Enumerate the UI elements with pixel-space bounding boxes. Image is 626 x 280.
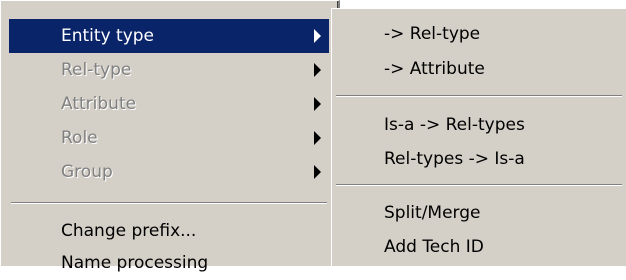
menu-item-name-processing[interactable]: Name processing	[9, 246, 329, 280]
menu-item-label: Entity type	[61, 26, 155, 46]
menu-item-rel-type[interactable]: Rel-type	[9, 53, 329, 87]
menu-separator	[336, 184, 622, 186]
menu-item-label: Split/Merge	[384, 203, 481, 223]
menu-item-label: Role	[61, 128, 98, 148]
submenu-item-rel-types-to-is-a[interactable]: Rel-types -> Is-a	[336, 142, 622, 176]
menu-item-label: Change prefix...	[61, 221, 197, 241]
submenu-arrow-icon	[314, 97, 321, 111]
menu-item-group[interactable]: Group	[9, 155, 329, 189]
menu-item-label: Is-a -> Rel-types	[384, 115, 525, 135]
menu-item-label: Rel-types -> Is-a	[384, 149, 525, 169]
menu-item-label: Group	[61, 162, 113, 182]
menu-item-change-prefix[interactable]: Change prefix...	[9, 214, 329, 248]
context-menu: Entity type Rel-type Attribute Role Grou…	[0, 0, 340, 273]
submenu-arrow-icon	[314, 131, 321, 145]
menu-item-entity-type[interactable]: Entity type	[9, 19, 329, 53]
submenu-item-add-tech-id[interactable]: Add Tech ID	[336, 230, 622, 264]
menu-item-label: Rel-type	[61, 60, 132, 80]
menu-separator	[11, 202, 327, 204]
menu-item-label: -> Attribute	[384, 59, 485, 79]
menu-item-label: Attribute	[61, 94, 137, 114]
menu-item-label: Name processing	[61, 253, 209, 273]
menu-item-attribute[interactable]: Attribute	[9, 87, 329, 121]
entity-type-submenu: -> Rel-type -> Attribute Is-a -> Rel-typ…	[331, 8, 626, 266]
submenu-item-split-merge[interactable]: Split/Merge	[336, 196, 622, 230]
submenu-arrow-icon	[314, 165, 321, 179]
submenu-arrow-icon	[314, 29, 321, 43]
submenu-item-to-attribute[interactable]: -> Attribute	[336, 52, 622, 86]
menu-item-role[interactable]: Role	[9, 121, 329, 155]
menu-separator	[336, 95, 622, 97]
submenu-item-is-a-to-rel-types[interactable]: Is-a -> Rel-types	[336, 108, 622, 142]
menu-item-label: -> Rel-type	[384, 24, 481, 44]
submenu-item-to-rel-type[interactable]: -> Rel-type	[336, 17, 622, 51]
menu-item-label: Add Tech ID	[384, 237, 484, 257]
submenu-arrow-icon	[314, 63, 321, 77]
